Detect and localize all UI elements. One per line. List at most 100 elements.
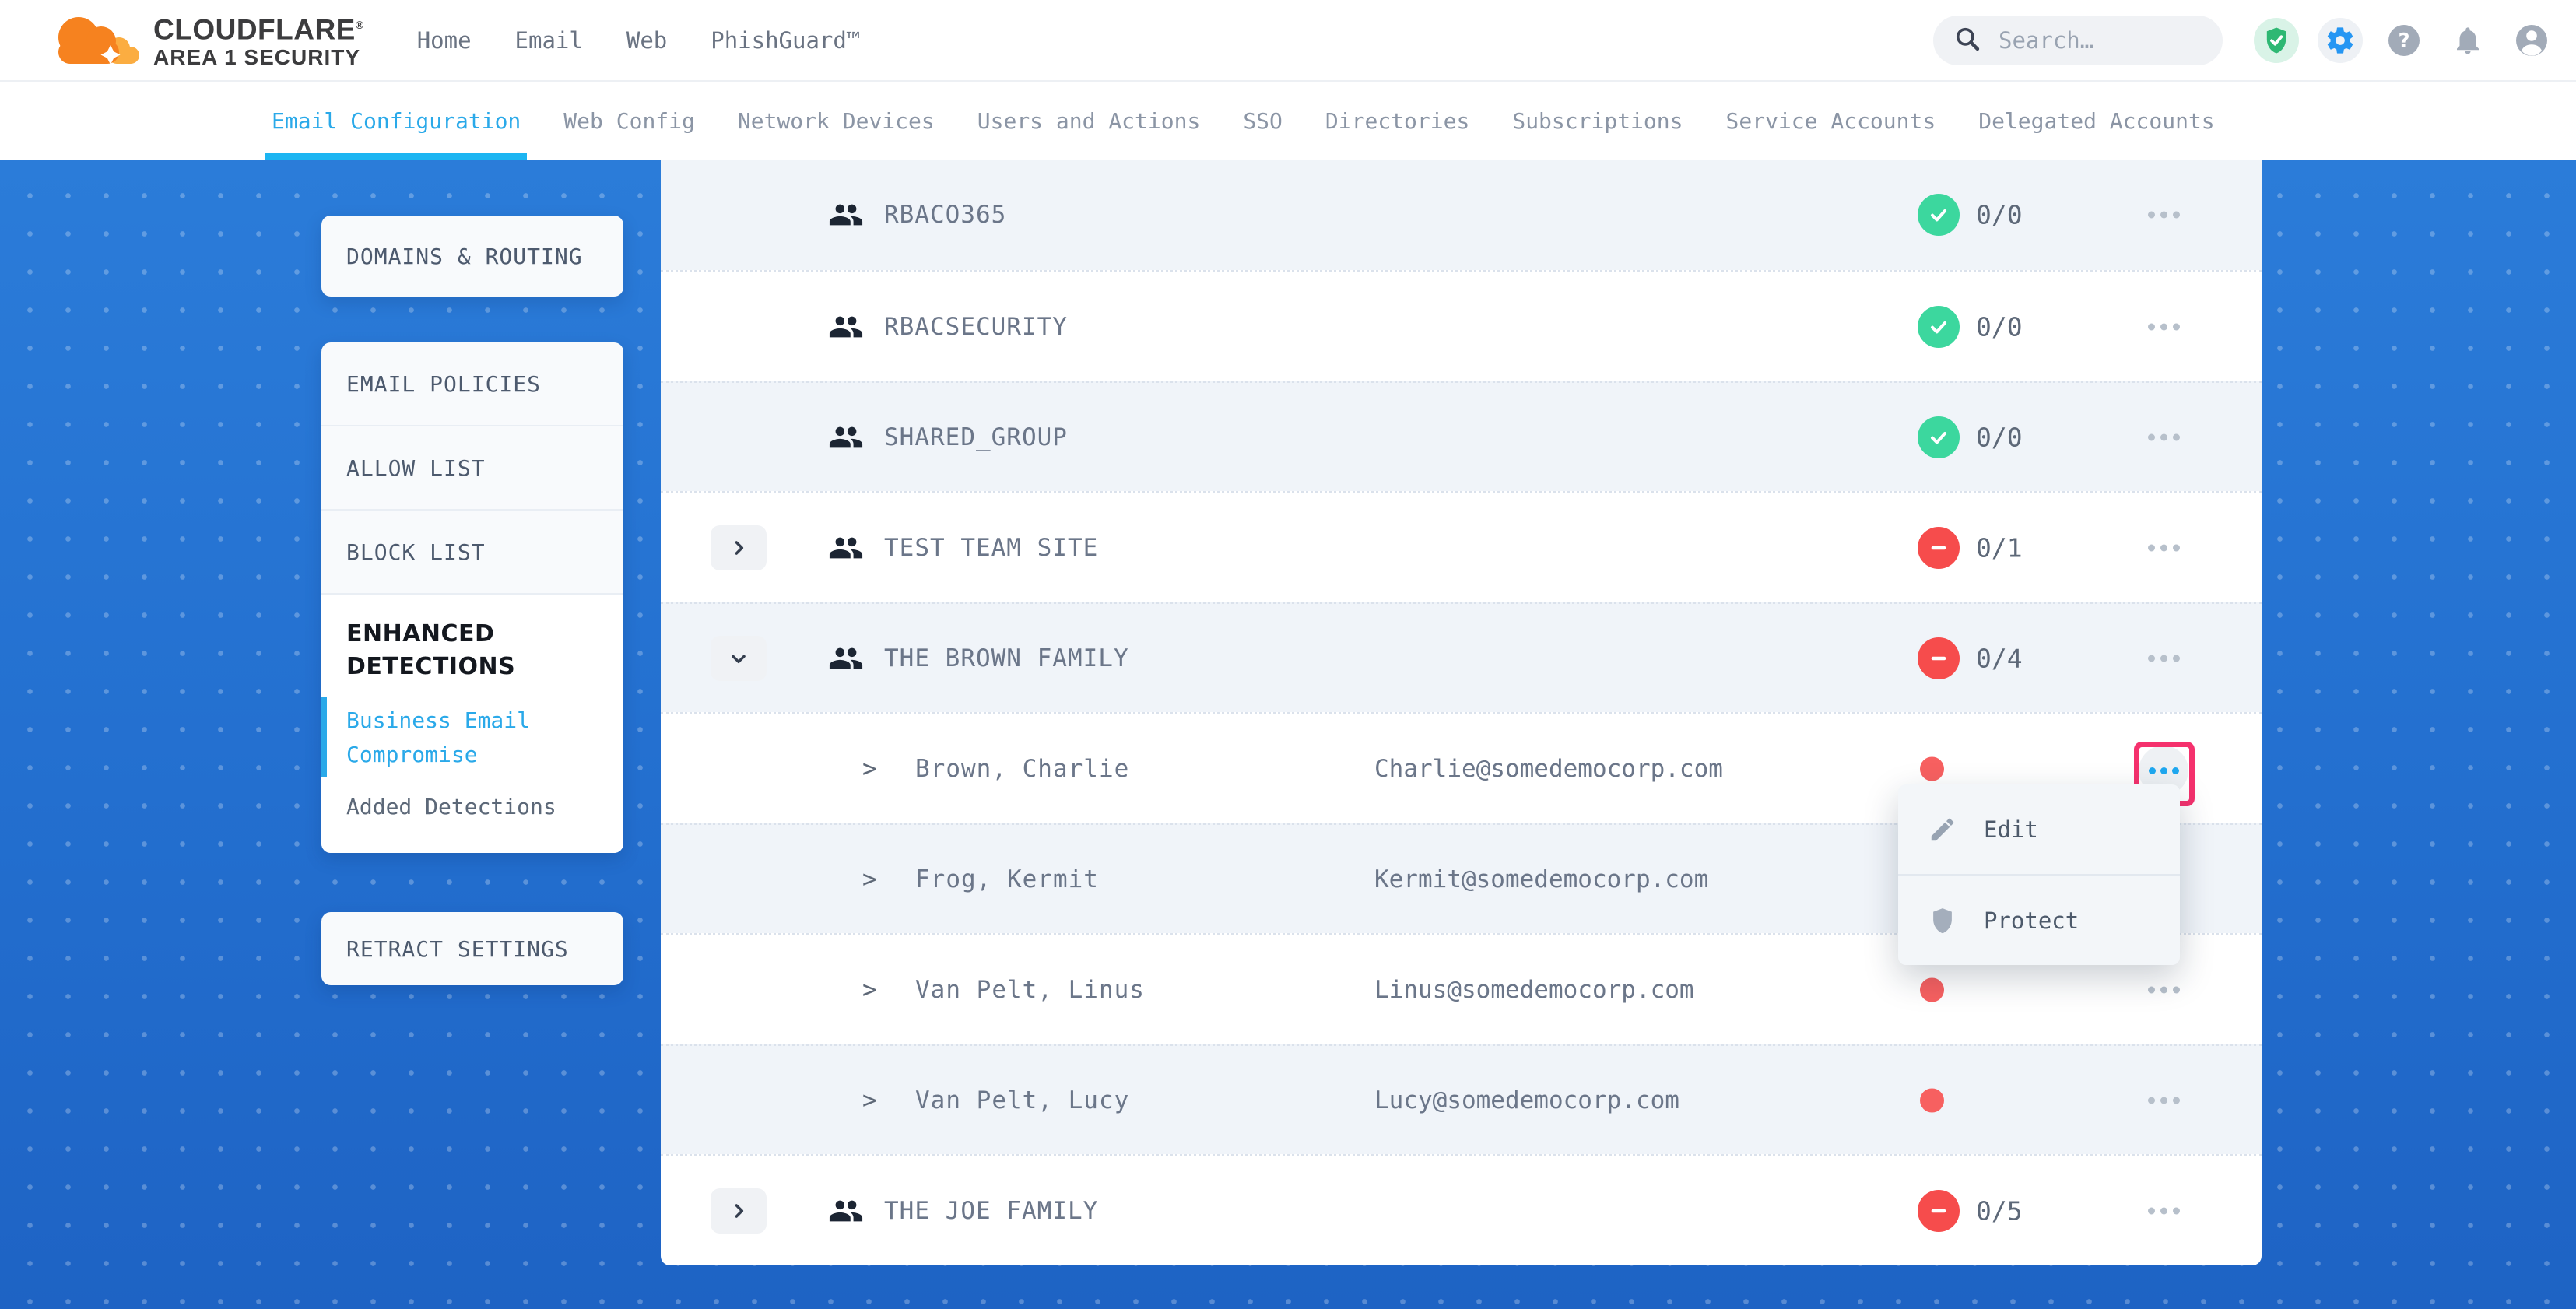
search-icon [1953, 25, 1981, 56]
status-minus-badge [1918, 1190, 1960, 1232]
group-row: RBACO3650/0 [661, 160, 2262, 270]
groups-table: RBACO3650/0RBACSECURITY0/0SHARED_GROUP0/… [661, 160, 2262, 1265]
top-nav-email[interactable]: Email [515, 27, 583, 54]
group-name: SHARED_GROUP [884, 423, 1068, 451]
protected-count: 0/0 [1976, 422, 2023, 452]
tab-sso[interactable]: SSO [1243, 82, 1283, 160]
help-icon[interactable]: ? [2381, 18, 2427, 63]
status-minus-badge [1918, 637, 1960, 679]
tab-directories[interactable]: Directories [1325, 82, 1469, 160]
content-area: DOMAINS & ROUTING EMAIL POLICIESALLOW LI… [0, 160, 2576, 1309]
cloudflare-cloud-icon [43, 8, 144, 73]
svg-text:?: ? [2398, 30, 2409, 53]
secondary-nav: Email Configuration Web Config Network Dev… [0, 82, 2576, 160]
bell-icon[interactable] [2445, 18, 2490, 63]
row-actions-menu-button[interactable] [2136, 1207, 2191, 1214]
tab-service-accounts[interactable]: Service Accounts [1726, 82, 1936, 160]
sidebar-item-domains-routing[interactable]: DOMAINS & ROUTING [321, 216, 623, 297]
tab-email-configuration[interactable]: Email Configuration [272, 82, 521, 160]
row-actions-menu-button[interactable] [2136, 433, 2191, 440]
group-people-icon [828, 640, 864, 676]
row-actions-context-menu: Edit Protect [1898, 784, 2180, 965]
member-email: Charlie@somedemocorp.com [1374, 755, 1723, 783]
cloudflare-logo[interactable]: CLOUDFLARE® AREA 1 SECURITY [43, 8, 364, 73]
expand-chevron-button[interactable] [711, 1188, 767, 1234]
top-nav: Home Email Web PhishGuard™ [417, 27, 861, 54]
row-actions-menu-button[interactable] [2136, 323, 2191, 330]
menu-item-protect[interactable]: Protect [1898, 874, 2180, 965]
shield-icon [1928, 906, 1957, 935]
group-name: RBACO365 [884, 201, 1006, 229]
group-row: SHARED_GROUP 0/0 [661, 381, 2262, 491]
group-name: THE BROWN FAMILY [884, 644, 1129, 672]
group-name: RBACSECURITY [884, 313, 1068, 341]
member-name: Van Pelt, Lucy [915, 1086, 1129, 1114]
menu-item-edit[interactable]: Edit [1898, 784, 2180, 874]
shield-check-icon[interactable] [2254, 18, 2299, 63]
sidebar-item-email-policies[interactable]: EMAIL POLICIES [321, 342, 623, 426]
top-nav-home[interactable]: Home [417, 27, 472, 54]
gear-icon[interactable] [2318, 18, 2363, 63]
group-people-icon [828, 309, 864, 345]
status-alert-dot [1920, 1088, 1944, 1112]
row-actions-menu-button[interactable] [2136, 212, 2191, 219]
protected-count: 0/5 [1976, 1195, 2023, 1226]
member-name: Van Pelt, Linus [915, 976, 1145, 1004]
status-check-badge [1918, 194, 1960, 236]
row-actions-menu-button[interactable] [2136, 544, 2191, 551]
sidebar-section-enhanced-detections: ENHANCED DETECTIONS Business Email Compr… [321, 595, 623, 853]
member-email: Lucy@somedemocorp.com [1374, 1086, 1679, 1114]
group-people-icon [828, 197, 864, 233]
tab-network-devices[interactable]: Network Devices [738, 82, 935, 160]
sidebar-policies-card: EMAIL POLICIESALLOW LISTBLOCK LIST ENHAN… [321, 342, 623, 853]
collapse-chevron-button[interactable] [711, 636, 767, 681]
status-alert-dot [1920, 977, 1944, 1002]
group-row: THE JOE FAMILY 0/5 [661, 1154, 2262, 1265]
sidebar-item-business-email-compromise[interactable]: Business Email Compromise [346, 704, 553, 772]
row-actions-menu-button[interactable] [2136, 654, 2191, 662]
sidebar-item-retract-settings[interactable]: RETRACT SETTINGS [321, 912, 623, 985]
search-placeholder: Search… [1999, 27, 2093, 54]
top-nav-phishguard[interactable]: PhishGuard™ [711, 27, 860, 54]
pencil-icon [1928, 815, 1957, 844]
tab-users-and-actions[interactable]: Users and Actions [977, 82, 1201, 160]
user-icon[interactable] [2509, 18, 2554, 63]
menu-item-label: Protect [1984, 907, 2079, 934]
status-check-badge [1918, 416, 1960, 458]
row-actions-menu-button[interactable] [2136, 1097, 2191, 1104]
status-check-badge [1918, 306, 1960, 348]
group-people-icon [828, 530, 864, 566]
group-row: THE BROWN FAMILY0/4 [661, 602, 2262, 712]
group-people-icon [828, 419, 864, 455]
tab-subscriptions[interactable]: Subscriptions [1512, 82, 1683, 160]
top-nav-web[interactable]: Web [626, 27, 667, 54]
sidebar-item-block-list[interactable]: BLOCK LIST [321, 511, 623, 595]
member-arrow-icon: > [862, 755, 877, 783]
group-people-icon [828, 1193, 864, 1229]
sidebar-item-added-detections[interactable]: Added Detections [346, 794, 598, 819]
member-name: Frog, Kermit [915, 865, 1099, 893]
group-name: TEST TEAM SITE [884, 534, 1098, 562]
group-row: TEST TEAM SITE0/1 [661, 491, 2262, 602]
member-email: Linus@somedemocorp.com [1374, 976, 1694, 1004]
member-name: Brown, Charlie [915, 755, 1129, 783]
header-actions: Search… ? [1933, 16, 2576, 65]
search-input[interactable]: Search… [1933, 16, 2223, 65]
brand-name: CLOUDFLARE® [153, 10, 364, 44]
group-row: RBACSECURITY 0/0 [661, 270, 2262, 381]
row-actions-menu-button[interactable] [2136, 986, 2191, 993]
member-arrow-icon: > [862, 1086, 877, 1114]
group-name: THE JOE FAMILY [884, 1197, 1098, 1225]
member-arrow-icon: > [862, 865, 877, 893]
brand-subtitle: AREA 1 SECURITY [153, 44, 364, 70]
tab-web-config[interactable]: Web Config [563, 82, 695, 160]
status-minus-badge [1918, 527, 1960, 569]
sidebar-item-label: RETRACT SETTINGS [346, 936, 569, 962]
tab-delegated-accounts[interactable]: Delegated Accounts [1978, 82, 2214, 160]
sidebar-item-allow-list[interactable]: ALLOW LIST [321, 426, 623, 511]
member-row: > Van Pelt, Lucy Lucy@somedemocorp.com [661, 1044, 2262, 1154]
expand-chevron-button[interactable] [711, 525, 767, 570]
sidebar-item-label: DOMAINS & ROUTING [346, 244, 583, 269]
protected-count: 0/0 [1976, 311, 2023, 342]
member-arrow-icon: > [862, 976, 877, 1004]
